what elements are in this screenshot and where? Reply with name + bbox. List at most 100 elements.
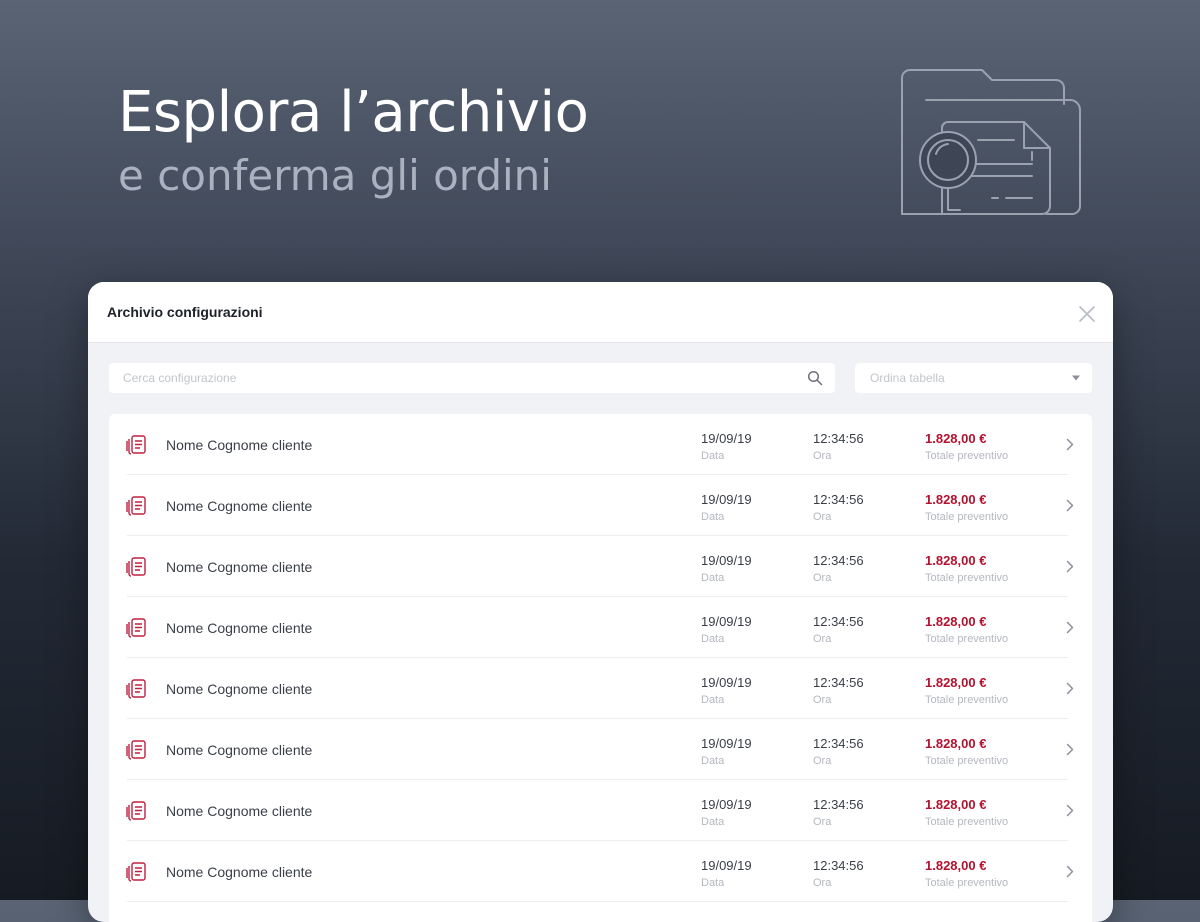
date-value: 19/09/19	[701, 431, 752, 446]
client-name: Nome Cognome cliente	[166, 559, 313, 575]
list-item[interactable]: Nome Cognome cliente 19/09/19 Data 12:34…	[109, 414, 1092, 475]
search-box	[109, 363, 835, 393]
time-cell: 12:34:56 Ora	[813, 553, 864, 587]
time-value: 12:34:56	[813, 675, 864, 690]
modal-header: Archivio configurazioni	[88, 282, 1113, 343]
date-label: Data	[701, 511, 725, 523]
time-cell: 12:34:56 Ora	[813, 492, 864, 526]
date-label: Data	[701, 816, 725, 828]
chevron-down-icon	[1072, 375, 1080, 381]
total-cell: 1.828,00 € Totale preventivo	[925, 797, 1008, 831]
total-label: Totale preventivo	[925, 572, 1009, 584]
list-item[interactable]: Nome Cognome cliente 19/09/19 Data 12:34…	[109, 658, 1092, 719]
configuration-document-icon	[126, 862, 146, 882]
configuration-document-icon	[126, 496, 146, 516]
configuration-document-icon	[126, 679, 146, 699]
date-value: 19/09/19	[701, 675, 752, 690]
configuration-document-icon	[126, 435, 146, 455]
list-item[interactable]: Nome Cognome cliente 19/09/19 Data 12:34…	[109, 597, 1092, 658]
client-name: Nome Cognome cliente	[166, 498, 313, 514]
total-value: 1.828,00 €	[925, 736, 987, 751]
time-cell: 12:34:56 Ora	[813, 797, 864, 831]
total-value: 1.828,00 €	[925, 797, 987, 812]
total-label: Totale preventivo	[925, 755, 1009, 767]
date-label: Data	[701, 694, 725, 706]
time-label: Ora	[813, 816, 832, 828]
date-cell: 19/09/19 Data	[701, 736, 752, 770]
chevron-right-icon[interactable]	[1066, 865, 1074, 878]
chevron-right-icon[interactable]	[1066, 804, 1074, 817]
time-cell: 12:34:56 Ora	[813, 858, 864, 892]
client-name: Nome Cognome cliente	[166, 620, 313, 636]
time-cell: 12:34:56 Ora	[813, 736, 864, 770]
chevron-right-icon[interactable]	[1066, 621, 1074, 634]
total-label: Totale preventivo	[925, 877, 1009, 889]
list-item[interactable]: Nome Cognome cliente 19/09/19 Data 12:34…	[109, 719, 1092, 780]
time-label: Ora	[813, 755, 832, 767]
time-cell: 12:34:56 Ora	[813, 614, 864, 648]
search-input[interactable]	[109, 363, 789, 393]
time-value: 12:34:56	[813, 553, 864, 568]
total-cell: 1.828,00 € Totale preventivo	[925, 431, 1008, 465]
date-value: 19/09/19	[701, 553, 752, 568]
date-label: Data	[701, 877, 725, 889]
date-cell: 19/09/19 Data	[701, 614, 752, 648]
total-value: 1.828,00 €	[925, 492, 987, 507]
date-label: Data	[701, 755, 725, 767]
list-item[interactable]: Nome Cognome cliente 19/09/19 Data 12:34…	[109, 475, 1092, 536]
total-value: 1.828,00 €	[925, 553, 987, 568]
sort-select[interactable]: Ordina tabella	[855, 363, 1092, 393]
total-cell: 1.828,00 € Totale preventivo	[925, 858, 1008, 892]
total-cell: 1.828,00 € Totale preventivo	[925, 614, 1008, 648]
chevron-right-icon[interactable]	[1066, 560, 1074, 573]
total-label: Totale preventivo	[925, 511, 1009, 523]
chevron-right-icon[interactable]	[1066, 743, 1074, 756]
configuration-document-icon	[126, 801, 146, 821]
chevron-right-icon[interactable]	[1066, 499, 1074, 512]
date-cell: 19/09/19 Data	[701, 492, 752, 526]
date-cell: 19/09/19 Data	[701, 553, 752, 587]
date-label: Data	[701, 633, 725, 645]
modal-title: Archivio configurazioni	[107, 304, 263, 320]
time-value: 12:34:56	[813, 797, 864, 812]
date-value: 19/09/19	[701, 614, 752, 629]
list-item[interactable]: Nome Cognome cliente 19/09/19 Data 12:34…	[109, 841, 1092, 902]
chevron-right-icon[interactable]	[1066, 438, 1074, 451]
total-cell: 1.828,00 € Totale preventivo	[925, 675, 1008, 709]
date-cell: 19/09/19 Data	[701, 797, 752, 831]
client-name: Nome Cognome cliente	[166, 803, 313, 819]
list-item[interactable]: Nome Cognome cliente 19/09/19 Data 12:34…	[109, 536, 1092, 597]
time-label: Ora	[813, 572, 832, 584]
time-label: Ora	[813, 450, 832, 462]
date-label: Data	[701, 450, 725, 462]
configuration-document-icon	[126, 618, 146, 638]
time-label: Ora	[813, 511, 832, 523]
date-cell: 19/09/19 Data	[701, 675, 752, 709]
time-cell: 12:34:56 Ora	[813, 675, 864, 709]
date-cell: 19/09/19 Data	[701, 858, 752, 892]
date-label: Data	[701, 572, 725, 584]
time-label: Ora	[813, 633, 832, 645]
hero-subtitle: e conferma gli ordini	[118, 151, 552, 200]
time-value: 12:34:56	[813, 431, 864, 446]
date-value: 19/09/19	[701, 736, 752, 751]
date-value: 19/09/19	[701, 492, 752, 507]
toolbar: Ordina tabella	[88, 343, 1113, 413]
total-value: 1.828,00 €	[925, 858, 987, 873]
client-name: Nome Cognome cliente	[166, 742, 313, 758]
search-icon[interactable]	[807, 370, 823, 386]
total-label: Totale preventivo	[925, 694, 1009, 706]
time-value: 12:34:56	[813, 736, 864, 751]
total-label: Totale preventivo	[925, 450, 1009, 462]
time-value: 12:34:56	[813, 858, 864, 873]
total-cell: 1.828,00 € Totale preventivo	[925, 553, 1008, 587]
time-value: 12:34:56	[813, 492, 864, 507]
close-icon[interactable]	[1075, 302, 1099, 326]
date-value: 19/09/19	[701, 858, 752, 873]
folder-document-magnifier-icon	[901, 69, 1081, 215]
time-label: Ora	[813, 694, 832, 706]
list-item[interactable]: Nome Cognome cliente 19/09/19 Data 12:34…	[109, 780, 1092, 841]
date-value: 19/09/19	[701, 797, 752, 812]
chevron-right-icon[interactable]	[1066, 682, 1074, 695]
time-value: 12:34:56	[813, 614, 864, 629]
